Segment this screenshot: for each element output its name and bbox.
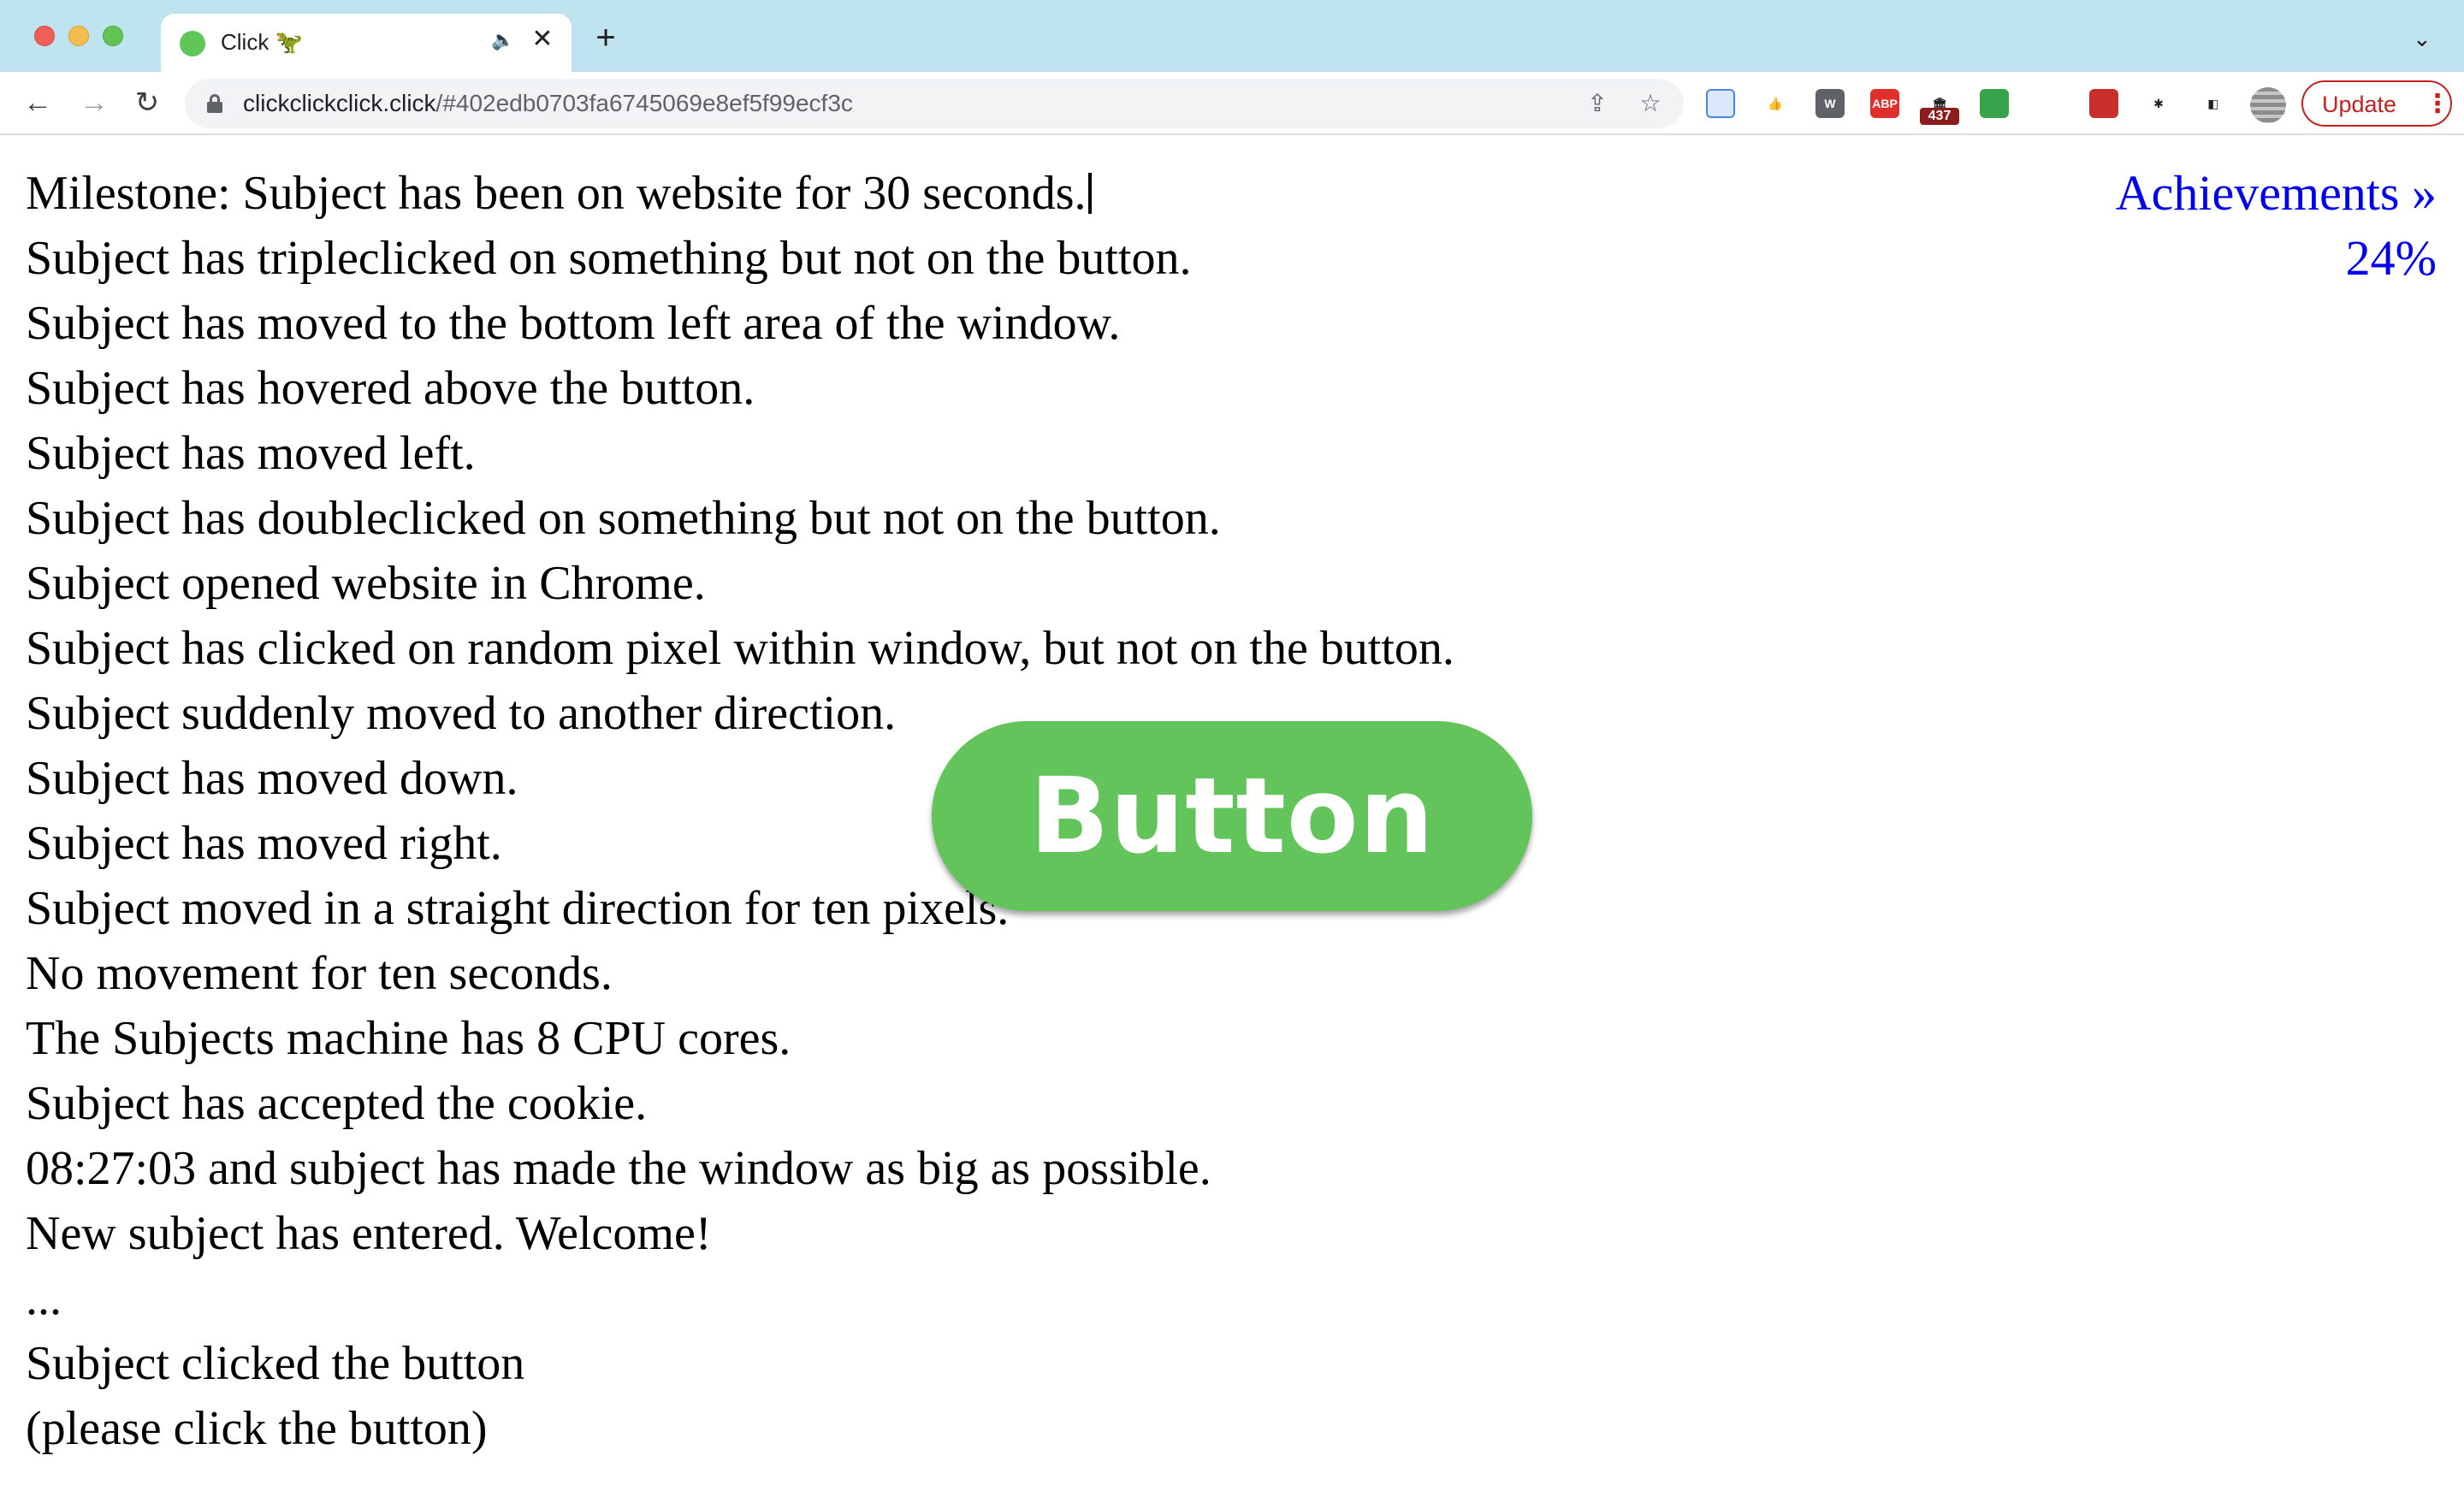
log-line-text: ...	[26, 1272, 62, 1325]
log-line: Subject has clicked on random pixel with…	[26, 616, 1651, 681]
log-line-text: Subject has accepted the cookie.	[26, 1077, 648, 1130]
page-content: Milestone: Subject has been on website f…	[0, 137, 2464, 1497]
green-extension-icon[interactable]	[1980, 89, 2009, 118]
log-line-text: Subject moved in a straight direction fo…	[26, 882, 1010, 935]
update-button-label: Update	[2322, 92, 2397, 117]
log-line: 08:27:03 and subject has made the window…	[26, 1136, 1651, 1201]
log-line-text: Subject has tripleclicked on something b…	[26, 232, 1192, 285]
log-line-text: Subject clicked the button	[26, 1337, 525, 1390]
url-path: /#402edb0703fa6745069e8ef5f99ecf3c	[435, 90, 853, 116]
log-line: (please click the button)	[26, 1396, 1651, 1461]
log-line: Subject has accepted the cookie.	[26, 1071, 1651, 1136]
log-line-text: New subject has entered. Welcome!	[26, 1207, 712, 1260]
log-line: Subject has hovered above the button.	[26, 356, 1651, 421]
timer-extension-icon[interactable]	[2035, 89, 2064, 118]
thumbs-up-extension-icon[interactable]: 👍	[1761, 89, 1790, 118]
log-line: No movement for ten seconds.	[26, 941, 1651, 1006]
log-line: Subject has tripleclicked on something b…	[26, 226, 1651, 291]
log-line: Milestone: Subject has been on website f…	[26, 161, 1651, 226]
log-line-text: Subject has moved right.	[26, 817, 502, 870]
green-circle-favicon-icon	[180, 31, 205, 56]
tab-strip: Click 🦖 🔈 ✕ + ⌄	[0, 0, 2464, 72]
log-line-text: Subject has moved left.	[26, 427, 476, 480]
url-domain: clickclickclick.click	[243, 90, 436, 116]
tab-close-icon[interactable]: ✕	[529, 26, 556, 53]
adblock-plus-extension-icon[interactable]: ABP	[1870, 89, 1899, 118]
minimize-window-button[interactable]	[68, 26, 89, 46]
log-line: ...	[26, 1266, 1651, 1331]
log-line: Subject has moved left.	[26, 421, 1651, 486]
puzzle-extension-icon[interactable]: ✱	[2144, 89, 2173, 118]
active-tab[interactable]: Click 🦖 🔈 ✕	[161, 14, 572, 72]
side-panel-icon[interactable]: ◧	[2199, 89, 2228, 118]
log-line: Subject has moved to the bottom left are…	[26, 291, 1651, 356]
new-tab-button[interactable]: +	[589, 21, 623, 55]
address-url[interactable]: clickclickclick.click/#402edb0703fa67450…	[243, 90, 853, 117]
achievements-link[interactable]: Achievements »	[2116, 161, 2437, 226]
browser-toolbar: ← → ↻ clickclickclick.click/#402edb0703f…	[0, 72, 2464, 135]
log-line-text: Subject has moved down.	[26, 752, 518, 805]
log-line-text: 08:27:03 and subject has made the window…	[26, 1142, 1211, 1195]
update-button[interactable]: Update ⋮	[2301, 80, 2452, 127]
log-line-text: No movement for ten seconds.	[26, 947, 613, 1000]
profile-avatar[interactable]	[2250, 87, 2286, 123]
log-line-text: Subject has hovered above the button.	[26, 362, 755, 415]
forward-arrow-icon[interactable]: →	[75, 84, 113, 121]
log-line-text: Subject has moved to the bottom left are…	[26, 297, 1121, 350]
log-line-text: Milestone: Subject has been on website f…	[26, 167, 1087, 220]
achievements-panel: Achievements » 24%	[2116, 161, 2437, 291]
back-arrow-icon[interactable]: ←	[19, 84, 56, 121]
log-line-text: (please click the button)	[26, 1402, 488, 1455]
log-line-text: Subject has doubleclicked on something b…	[26, 492, 1221, 545]
tab-search-chevron-icon[interactable]: ⌄	[2413, 26, 2431, 52]
log-line: The Subjects machine has 8 CPU cores.	[26, 1006, 1651, 1071]
main-button-label: Button	[1029, 755, 1435, 877]
log-line: Subject opened website in Chrome.	[26, 551, 1651, 616]
docs-extension-icon[interactable]	[1706, 89, 1735, 118]
extension-badge: 437	[1920, 108, 1959, 125]
main-button[interactable]: Button	[932, 721, 1532, 911]
text-caret	[1087, 173, 1092, 214]
log-line: New subject has entered. Welcome!	[26, 1201, 1651, 1266]
share-icon[interactable]: ⇪	[1583, 89, 1612, 118]
wikiwand-extension-icon[interactable]: W	[1815, 89, 1845, 118]
log-line-text: Subject suddenly moved to another direct…	[26, 687, 897, 740]
address-bar[interactable]: clickclickclick.click/#402edb0703fa67450…	[185, 79, 1684, 128]
lock-icon[interactable]	[207, 94, 222, 113]
log-line: Subject has doubleclicked on something b…	[26, 486, 1651, 551]
log-line-text: Subject opened website in Chrome.	[26, 557, 706, 610]
red-square-extension-icon[interactable]	[2089, 89, 2118, 118]
close-window-button[interactable]	[34, 26, 55, 46]
log-line-text: Subject has clicked on random pixel with…	[26, 622, 1454, 675]
tab-title: Click 🦖	[221, 29, 303, 55]
achievements-percent: 24%	[2345, 230, 2437, 286]
bookmark-star-icon[interactable]: ☆	[1636, 89, 1665, 118]
log-line-text: The Subjects machine has 8 CPU cores.	[26, 1012, 791, 1065]
log-line: Subject clicked the button	[26, 1331, 1651, 1396]
kebab-menu-icon[interactable]: ⋮	[2425, 89, 2450, 119]
reload-icon[interactable]: ↻	[128, 84, 166, 121]
speaker-icon[interactable]: 🔈	[491, 29, 514, 51]
maximize-window-button[interactable]	[103, 26, 123, 46]
